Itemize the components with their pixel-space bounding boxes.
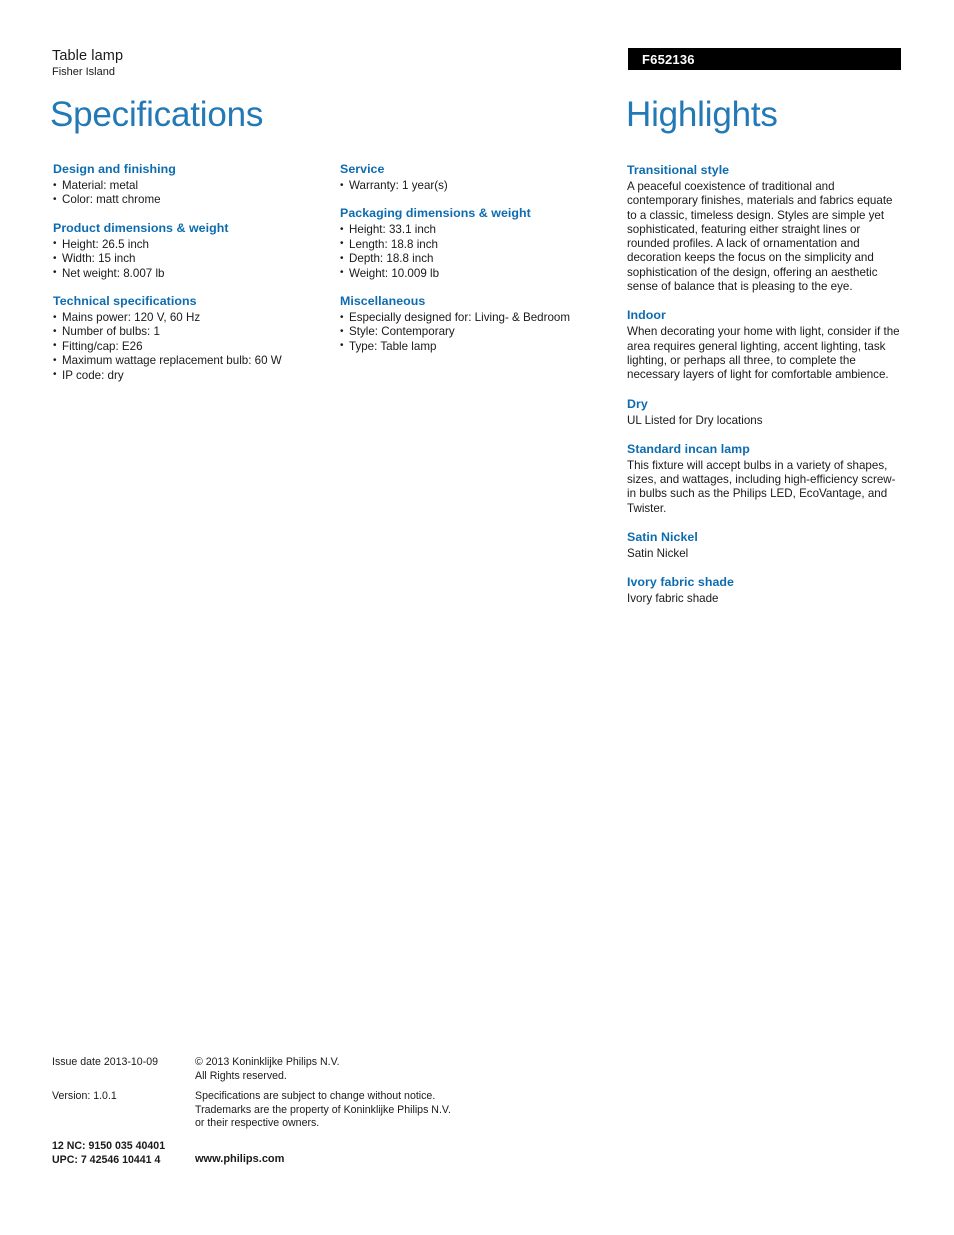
specifications-column-1: Design and finishing Material: metal Col… bbox=[53, 162, 333, 383]
nc-code: 12 NC: 9150 035 40401 bbox=[52, 1140, 166, 1152]
highlight-heading: Transitional style bbox=[627, 163, 730, 177]
copyright-line-2: All Rights reserved. bbox=[195, 1069, 287, 1082]
highlight-body: A peaceful coexistence of traditional an… bbox=[627, 180, 893, 294]
highlight-body: Satin Nickel bbox=[627, 547, 689, 561]
philips-website-link[interactable]: www.philips.com bbox=[195, 1153, 284, 1167]
spec-list: Especially designed for: Living- & Bedro… bbox=[340, 311, 620, 355]
disclaimer-line-3: or their respective owners. bbox=[195, 1117, 320, 1129]
disclaimer-block: Specifications are subject to change wit… bbox=[195, 1090, 451, 1131]
section-heading: Product dimensions & weight bbox=[53, 220, 229, 235]
spec-list: Height: 26.5 inch Width: 15 inch Net wei… bbox=[53, 237, 333, 281]
spec-section-packaging-dimensions-and-weight: Packaging dimensions & weight Height: 33… bbox=[340, 206, 620, 281]
highlight-satin-nickel: Satin Nickel Satin Nickel bbox=[627, 530, 903, 561]
highlight-body: Ivory fabric shade bbox=[627, 592, 719, 606]
page-title-highlights: Highlights bbox=[626, 95, 778, 134]
highlight-body: This fixture will accept bulbs in a vari… bbox=[627, 458, 896, 515]
highlight-heading: Standard incan lamp bbox=[627, 441, 750, 456]
header-product-info: Table lamp Fisher Island bbox=[52, 48, 452, 79]
spec-list: Material: metal Color: matt chrome bbox=[53, 178, 333, 208]
list-item: Material: metal bbox=[53, 178, 333, 193]
list-item: Maximum wattage replacement bulb: 60 W bbox=[53, 354, 333, 369]
spec-list: Mains power: 120 V, 60 Hz Number of bulb… bbox=[53, 311, 333, 383]
specifications-column-2: Service Warranty: 1 year(s) Packaging di… bbox=[340, 162, 620, 354]
list-item: IP code: dry bbox=[53, 368, 333, 383]
product-name: Fisher Island bbox=[52, 66, 115, 78]
highlight-heading: Ivory fabric shade bbox=[627, 575, 734, 590]
highlight-dry: Dry UL Listed for Dry locations bbox=[627, 397, 903, 428]
issue-date-label: Issue date 2013-10-09 bbox=[52, 1056, 159, 1068]
list-item: Depth: 18.8 inch bbox=[340, 252, 620, 267]
section-heading: Design and finishing bbox=[53, 162, 176, 176]
product-type: Table lamp bbox=[52, 48, 124, 64]
version-label: Version: 1.0.1 bbox=[52, 1090, 117, 1102]
highlight-body: UL Listed for Dry locations bbox=[627, 413, 763, 427]
page-title-specifications: Specifications bbox=[50, 95, 264, 134]
spec-section-service: Service Warranty: 1 year(s) bbox=[340, 162, 620, 193]
list-item: Height: 26.5 inch bbox=[53, 237, 333, 252]
section-heading: Service bbox=[340, 162, 385, 176]
list-item: Mains power: 120 V, 60 Hz bbox=[53, 311, 333, 326]
list-item: Fitting/cap: E26 bbox=[53, 339, 333, 354]
copyright-block: © 2013 Koninklijke Philips N.V. All Righ… bbox=[195, 1056, 340, 1083]
highlight-ivory-fabric-shade: Ivory fabric shade Ivory fabric shade bbox=[627, 575, 903, 606]
disclaimer-line-2: Trademarks are the property of Koninklij… bbox=[195, 1103, 451, 1116]
highlight-standard-incan-lamp: Standard incan lamp This fixture will ac… bbox=[627, 442, 903, 516]
highlight-heading: Indoor bbox=[627, 308, 666, 323]
list-item: Warranty: 1 year(s) bbox=[340, 178, 620, 193]
highlight-heading: Dry bbox=[627, 396, 648, 411]
highlights-column: Transitional style A peaceful coexistenc… bbox=[627, 163, 903, 621]
section-heading: Packaging dimensions & weight bbox=[340, 206, 531, 221]
disclaimer-line-1: Specifications are subject to change wit… bbox=[195, 1090, 436, 1102]
model-code-bar: F652136 bbox=[628, 48, 901, 70]
list-item: Width: 15 inch bbox=[53, 252, 333, 267]
list-item: Color: matt chrome bbox=[53, 193, 333, 208]
list-item: Style: Contemporary bbox=[340, 325, 620, 340]
specification-sheet-page: Table lamp Fisher Island F652136 Specifi… bbox=[0, 0, 954, 1235]
highlight-indoor: Indoor When decorating your home with li… bbox=[627, 308, 903, 382]
model-code-text: F652136 bbox=[642, 52, 695, 67]
highlight-body: When decorating your home with light, co… bbox=[627, 325, 900, 382]
list-item: Number of bulbs: 1 bbox=[53, 325, 333, 340]
spec-section-technical-specifications: Technical specifications Mains power: 12… bbox=[53, 294, 333, 383]
spec-list: Warranty: 1 year(s) bbox=[340, 178, 620, 193]
list-item: Type: Table lamp bbox=[340, 339, 620, 354]
list-item: Net weight: 8.007 lb bbox=[53, 266, 333, 281]
highlight-transitional-style: Transitional style A peaceful coexistenc… bbox=[627, 163, 903, 294]
spec-section-miscellaneous: Miscellaneous Especially designed for: L… bbox=[340, 294, 620, 354]
upc-code: UPC: 7 42546 10441 4 bbox=[52, 1153, 161, 1166]
product-codes-block: 12 NC: 9150 035 40401 UPC: 7 42546 10441… bbox=[52, 1140, 165, 1167]
list-item: Weight: 10.009 lb bbox=[340, 266, 620, 281]
spec-section-product-dimensions-and-weight: Product dimensions & weight Height: 26.5… bbox=[53, 221, 333, 281]
spec-section-design-and-finishing: Design and finishing Material: metal Col… bbox=[53, 162, 333, 208]
highlight-heading: Satin Nickel bbox=[627, 530, 698, 545]
section-heading: Technical specifications bbox=[53, 294, 197, 309]
list-item: Especially designed for: Living- & Bedro… bbox=[340, 311, 620, 326]
list-item: Height: 33.1 inch bbox=[340, 223, 620, 238]
copyright-line-1: © 2013 Koninklijke Philips N.V. bbox=[195, 1056, 340, 1068]
list-item: Length: 18.8 inch bbox=[340, 237, 620, 252]
spec-list: Height: 33.1 inch Length: 18.8 inch Dept… bbox=[340, 223, 620, 281]
section-heading: Miscellaneous bbox=[340, 294, 426, 309]
